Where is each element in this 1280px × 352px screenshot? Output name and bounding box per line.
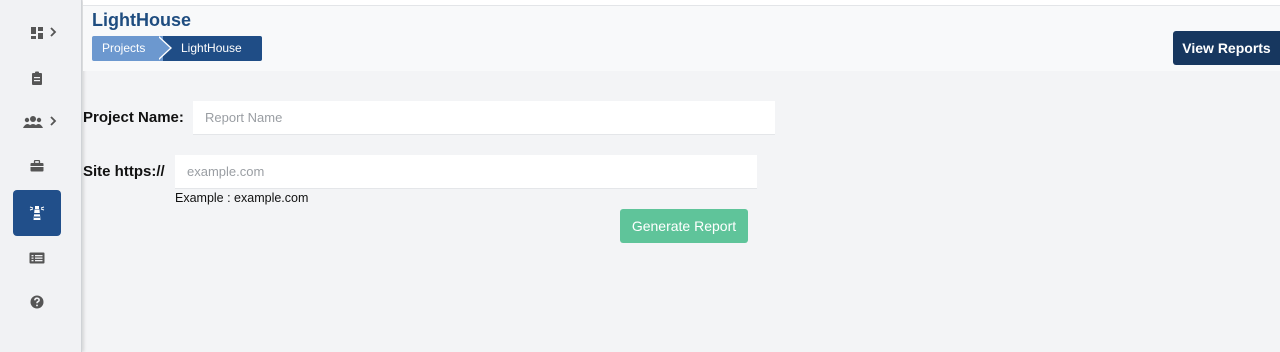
sidebar-item-help[interactable] — [13, 280, 61, 324]
sidebar — [0, 0, 82, 352]
chevron-right-icon — [49, 113, 57, 131]
clipboard-icon — [31, 71, 43, 85]
help-icon — [30, 295, 44, 309]
page-header: LightHouse Projects LightHouse View Repo… — [83, 6, 1280, 71]
generate-report-button[interactable]: Generate Report — [620, 209, 748, 243]
site-hint: Example : example.com — [175, 191, 309, 205]
sidebar-item-users[interactable] — [13, 100, 61, 144]
breadcrumb-current: LightHouse — [163, 36, 262, 61]
sidebar-item-list[interactable] — [13, 236, 61, 280]
briefcase-icon — [30, 160, 44, 172]
sidebar-item-lighthouse[interactable] — [13, 190, 61, 236]
dashboard-icon — [30, 26, 44, 40]
lighthouse-icon — [29, 205, 45, 221]
view-reports-button[interactable]: View Reports — [1173, 31, 1280, 65]
sidebar-item-clipboard[interactable] — [13, 56, 61, 100]
project-name-input[interactable] — [193, 101, 775, 135]
page-title: LightHouse — [92, 10, 191, 30]
project-name-label: Project Name: — [83, 109, 184, 126]
site-url-input[interactable] — [175, 155, 757, 189]
list-icon — [29, 252, 45, 264]
sidebar-item-dashboard[interactable] — [13, 11, 61, 55]
chevron-right-icon — [49, 24, 57, 42]
users-icon — [23, 115, 43, 129]
sidebar-item-briefcase[interactable] — [13, 144, 61, 188]
site-label: Site https:// — [83, 163, 165, 180]
breadcrumb-arrow — [157, 36, 170, 60]
